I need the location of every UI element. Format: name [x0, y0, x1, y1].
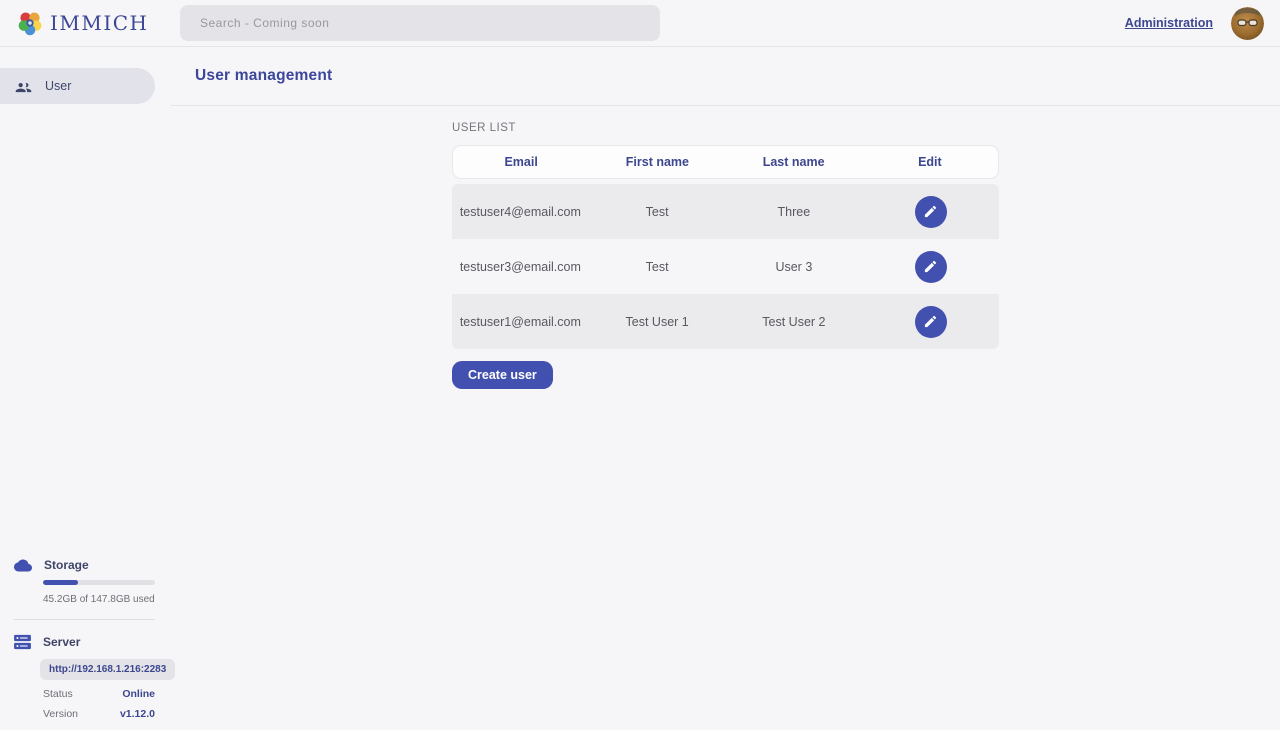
- cell-first-name: Test: [589, 260, 726, 274]
- column-header-first-name: First name: [589, 155, 725, 169]
- column-header-email: Email: [453, 155, 589, 169]
- cell-last-name: Three: [726, 205, 863, 219]
- cell-last-name: User 3: [726, 260, 863, 274]
- user-list-section: USER LIST Email First name Last name Edi…: [452, 106, 999, 389]
- main-header: User management: [171, 47, 1280, 106]
- table-row: testuser1@email.comTest User 1Test User …: [452, 294, 999, 349]
- users-icon: [15, 78, 32, 95]
- server-version-row: Version v1.12.0: [43, 708, 155, 720]
- navbar-right: Administration: [1125, 7, 1264, 40]
- sidebar: User Storage 45.2GB of 147.8GB used: [0, 47, 171, 730]
- sidebar-item-user[interactable]: User: [0, 68, 155, 104]
- server-version-label: Version: [43, 708, 78, 720]
- storage-progress-bar: [43, 580, 155, 585]
- server-section-header: Server: [14, 634, 155, 650]
- cell-email: testuser3@email.com: [452, 260, 589, 274]
- cell-email: testuser4@email.com: [452, 205, 589, 219]
- pencil-icon: [923, 259, 938, 274]
- column-header-edit: Edit: [862, 155, 998, 169]
- sidebar-item-label: User: [45, 79, 71, 93]
- top-navbar: IMMICH Administration: [0, 0, 1280, 47]
- storage-title: Storage: [44, 558, 89, 572]
- server-title: Server: [43, 635, 80, 649]
- user-table-body: testuser4@email.comTestThreetestuser3@em…: [452, 184, 999, 349]
- page-title: User management: [195, 67, 332, 85]
- main-area: User management USER LIST Email First na…: [171, 47, 1280, 730]
- brand: IMMICH: [16, 9, 149, 37]
- administration-link[interactable]: Administration: [1125, 16, 1213, 30]
- cell-last-name: Test User 2: [726, 315, 863, 329]
- storage-section-header: Storage: [14, 558, 155, 572]
- cell-edit: [862, 196, 999, 228]
- brand-name: IMMICH: [50, 11, 149, 35]
- table-row: testuser4@email.comTestThree: [452, 184, 999, 239]
- cell-email: testuser1@email.com: [452, 315, 589, 329]
- server-version-value: v1.12.0: [120, 708, 155, 720]
- cell-edit: [862, 306, 999, 338]
- search-input[interactable]: [180, 5, 660, 41]
- section-label: USER LIST: [452, 122, 999, 134]
- sidebar-bottom: Storage 45.2GB of 147.8GB used: [0, 558, 171, 720]
- server-status-value: Online: [122, 688, 155, 700]
- create-user-button[interactable]: Create user: [452, 361, 553, 389]
- server-status-row: Status Online: [43, 688, 155, 700]
- cell-first-name: Test User 1: [589, 315, 726, 329]
- edit-user-button[interactable]: [915, 196, 947, 228]
- table-header-row: Email First name Last name Edit: [452, 145, 999, 179]
- storage-progress-fill: [43, 580, 78, 585]
- cell-edit: [862, 251, 999, 283]
- server-icon: [14, 634, 31, 650]
- storage-usage-text: 45.2GB of 147.8GB used: [43, 594, 155, 605]
- pencil-icon: [923, 204, 938, 219]
- column-header-last-name: Last name: [726, 155, 862, 169]
- edit-user-button[interactable]: [915, 251, 947, 283]
- server-status-label: Status: [43, 688, 73, 700]
- cell-first-name: Test: [589, 205, 726, 219]
- cloud-icon: [14, 559, 32, 572]
- sidebar-divider: [14, 619, 155, 620]
- server-url-badge: http://192.168.1.216:2283: [40, 659, 175, 680]
- user-avatar[interactable]: [1231, 7, 1264, 40]
- edit-user-button[interactable]: [915, 306, 947, 338]
- pencil-icon: [923, 314, 938, 329]
- table-row: testuser3@email.comTestUser 3: [452, 239, 999, 294]
- immich-flower-icon: [16, 9, 44, 37]
- page-shell: User Storage 45.2GB of 147.8GB used: [0, 47, 1280, 730]
